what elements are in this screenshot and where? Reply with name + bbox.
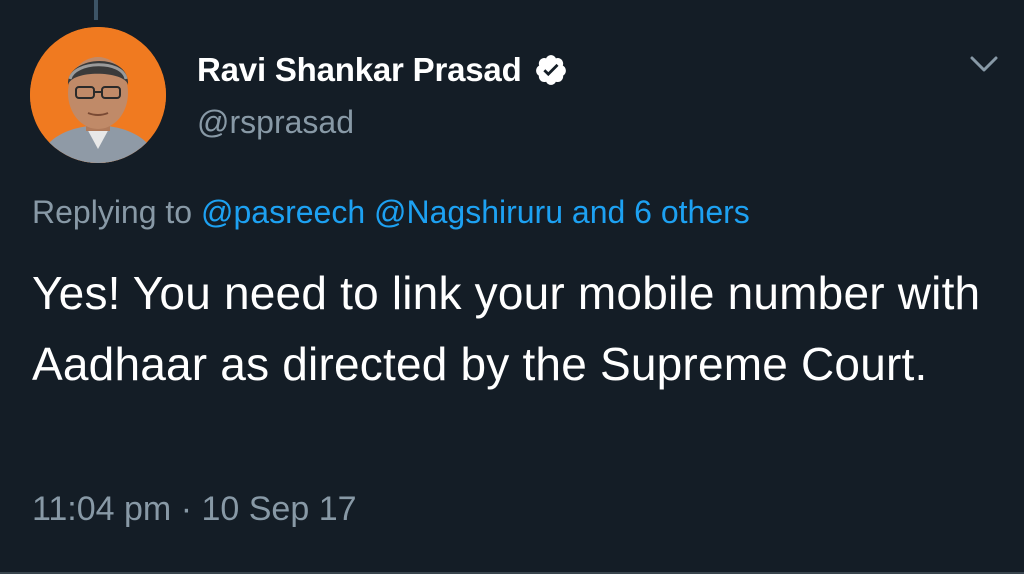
- chevron-down-icon: [970, 56, 998, 72]
- author-handle[interactable]: @rsprasad: [197, 104, 354, 141]
- tweet-time: 11:04 pm: [32, 490, 172, 528]
- mention-pasreech-link[interactable]: @pasreech: [201, 194, 365, 230]
- and-others-link[interactable]: and 6 others: [572, 194, 750, 230]
- avatar[interactable]: [30, 27, 166, 163]
- author-display-name[interactable]: Ravi Shankar Prasad: [197, 51, 522, 89]
- timestamp-separator: ·: [180, 490, 193, 528]
- tweet-timestamp[interactable]: 11:04 pm · 10 Sep 17: [32, 490, 357, 529]
- author-name-row: Ravi Shankar Prasad: [197, 48, 568, 92]
- verified-badge-icon: [534, 53, 568, 87]
- mention-nagshiruru-link[interactable]: @Nagshiruru: [374, 194, 563, 230]
- replying-to-line: Replying to @pasreech @Nagshiruru and 6 …: [32, 194, 750, 231]
- tweet-card: Ravi Shankar Prasad @rsprasad Replying t…: [0, 0, 1024, 574]
- thread-connector-line: [94, 0, 98, 20]
- tweet-body-text: Yes! You need to link your mobile number…: [32, 267, 981, 390]
- tweet-menu-button[interactable]: [964, 48, 1004, 80]
- profile-photo-icon: [30, 27, 166, 163]
- tweet-date: 10 Sep 17: [201, 490, 357, 528]
- replying-to-label: Replying to: [32, 194, 193, 230]
